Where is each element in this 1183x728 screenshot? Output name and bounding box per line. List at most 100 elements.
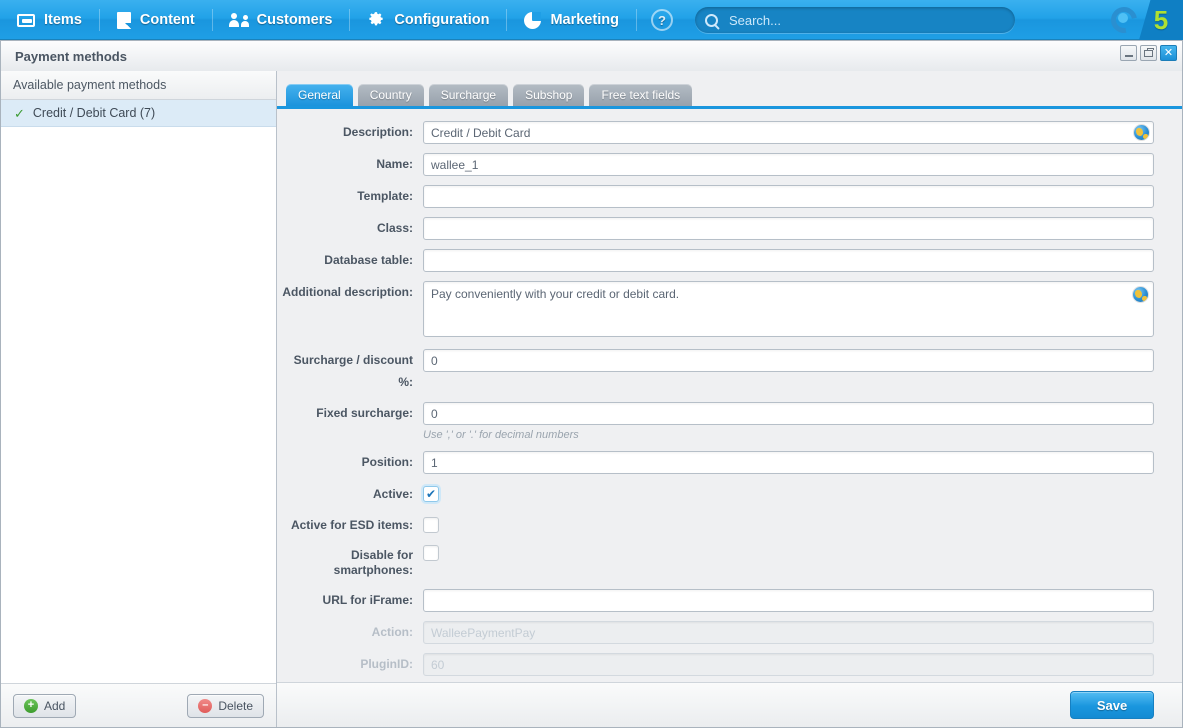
active-checkbox[interactable]: ✔: [423, 486, 439, 502]
globe-icon[interactable]: [1133, 287, 1148, 302]
left-panel-footer: + Add – Delete: [1, 683, 276, 727]
add-button[interactable]: + Add: [13, 693, 77, 718]
tab-bar: General Country Surcharge Subshop Free t…: [277, 71, 1182, 109]
field-row-plugin-id: PluginID:: [277, 653, 1182, 676]
nav-item-label: Configuration: [394, 12, 490, 28]
general-tab-form: Description: Name:: [277, 109, 1182, 682]
gear-icon: [367, 11, 385, 29]
left-panel-header: Available payment methods: [1, 71, 276, 100]
nav-item-marketing[interactable]: Marketing: [507, 0, 636, 40]
active-esd-checkbox[interactable]: [423, 517, 439, 533]
field-row-name: Name:: [277, 153, 1182, 176]
list-item[interactable]: ✓ Credit / Debit Card (7): [1, 100, 276, 127]
position-label: Position:: [361, 455, 413, 469]
fixed-surcharge-hint: Use ',' or '.' for decimal numbers: [423, 429, 579, 441]
window-title: Payment methods: [15, 48, 127, 64]
shopware-version-logo: 5: [1139, 0, 1183, 40]
pie-chart-icon: [524, 11, 542, 29]
field-row-active-esd: Active for ESD items:: [277, 514, 1182, 536]
disable-smartphones-checkbox[interactable]: [423, 545, 439, 561]
tab-country[interactable]: Country: [357, 84, 424, 106]
database-table-input[interactable]: [423, 249, 1154, 272]
template-label: Template:: [357, 189, 413, 203]
url-iframe-input[interactable]: [423, 589, 1154, 612]
field-row-url-iframe: URL for iFrame:: [277, 589, 1182, 612]
url-iframe-label: URL for iFrame:: [322, 593, 413, 607]
plugin-id-input: [423, 653, 1154, 676]
top-navigation-bar: Items Content Customers Configuration Ma…: [0, 0, 1183, 40]
delete-button[interactable]: – Delete: [187, 693, 264, 718]
detail-panel-footer: Save: [277, 682, 1182, 727]
tab-free-text-fields[interactable]: Free text fields: [589, 84, 693, 106]
available-payment-methods-panel: Available payment methods ✓ Credit / Deb…: [1, 71, 277, 727]
search-input[interactable]: [726, 11, 1003, 29]
payment-method-detail-panel: General Country Surcharge Subshop Free t…: [277, 71, 1182, 727]
nav-item-items[interactable]: Items: [0, 0, 99, 40]
fixed-surcharge-label: Fixed surcharge:: [316, 406, 413, 420]
plugin-id-label: PluginID:: [360, 657, 413, 671]
nav-item-content[interactable]: Content: [100, 0, 212, 40]
active-label: Active:: [372, 487, 413, 501]
list-item-label: Credit / Debit Card (7): [32, 106, 156, 120]
nav-item-label: Items: [44, 12, 82, 28]
help-icon: ?: [650, 9, 673, 31]
minus-icon: –: [198, 698, 213, 713]
field-row-surcharge-discount: Surcharge / discount %:: [277, 349, 1182, 393]
nav-item-label: Content: [139, 12, 195, 28]
payment-methods-list: ✓ Credit / Debit Card (7): [1, 100, 276, 683]
users-icon: [228, 11, 249, 29]
globe-icon[interactable]: [1134, 125, 1149, 140]
field-row-class: Class:: [277, 217, 1182, 240]
action-label: Action:: [371, 625, 413, 639]
description-input[interactable]: [423, 121, 1154, 144]
field-row-additional-description: Additional description: Pay conveniently…: [277, 281, 1182, 340]
nav-item-configuration[interactable]: Configuration: [350, 0, 506, 40]
search-icon: [704, 13, 718, 27]
field-row-active: Active: ✔: [277, 483, 1182, 505]
application-window: Items Content Customers Configuration Ma…: [0, 0, 1183, 728]
nav-item-label: Marketing: [550, 12, 619, 28]
field-row-action: Action:: [277, 621, 1182, 644]
active-esd-label: Active for ESD items:: [290, 518, 413, 532]
window-body: Available payment methods ✓ Credit / Deb…: [1, 71, 1182, 727]
shopware-swirl-icon: [1111, 7, 1137, 33]
plus-icon: +: [24, 698, 38, 713]
disable-smartphones-label: Disable for smartphones:: [333, 548, 413, 577]
maximize-icon[interactable]: [1140, 45, 1157, 61]
additional-description-textarea[interactable]: Pay conveniently with your credit or deb…: [423, 281, 1154, 337]
field-row-database-table: Database table:: [277, 249, 1182, 272]
tab-surcharge[interactable]: Surcharge: [428, 84, 509, 106]
help-button[interactable]: ?: [637, 0, 687, 40]
check-icon: ✓: [14, 105, 25, 121]
check-icon: ✔: [425, 487, 437, 501]
database-table-label: Database table:: [324, 253, 413, 267]
class-input[interactable]: [423, 217, 1154, 240]
global-search[interactable]: [694, 7, 1015, 33]
tab-subshop[interactable]: Subshop: [513, 84, 585, 106]
window-controls: ✕: [1120, 45, 1177, 61]
field-row-description: Description:: [277, 121, 1182, 144]
field-row-fixed-surcharge: Fixed surcharge: Use ',' or '.' for deci…: [277, 402, 1182, 442]
surcharge-discount-input[interactable]: [423, 349, 1154, 372]
payment-methods-window: Payment methods ✕ Available payment meth…: [0, 40, 1183, 728]
surcharge-discount-label: Surcharge / discount %:: [293, 353, 413, 389]
action-input: [423, 621, 1154, 644]
class-label: Class:: [376, 221, 413, 235]
nav-item-customers[interactable]: Customers: [213, 0, 350, 40]
nav-item-label: Customers: [256, 12, 333, 28]
close-icon[interactable]: ✕: [1160, 45, 1177, 61]
minimize-icon[interactable]: [1120, 45, 1137, 61]
tab-general[interactable]: General: [286, 84, 353, 106]
description-label: Description:: [342, 125, 413, 139]
document-icon: [116, 11, 131, 29]
name-input[interactable]: [423, 153, 1154, 176]
save-button[interactable]: Save: [1070, 691, 1154, 719]
position-input[interactable]: [423, 451, 1154, 474]
tray-icon: [17, 13, 35, 27]
additional-description-label: Additional description:: [282, 285, 413, 299]
name-label: Name:: [376, 157, 413, 171]
field-row-disable-smartphones: Disable for smartphones:: [277, 545, 1182, 578]
fixed-surcharge-input[interactable]: [423, 402, 1154, 425]
template-input[interactable]: [423, 185, 1154, 208]
add-button-label: Add: [44, 698, 66, 713]
